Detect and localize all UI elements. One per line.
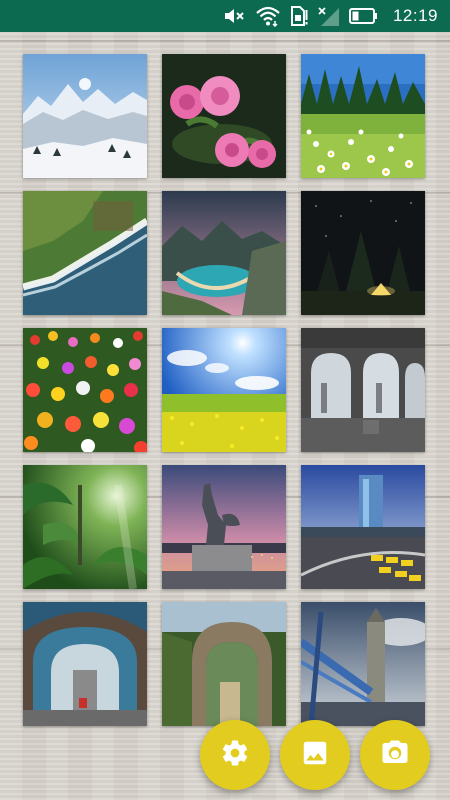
photo-tile-snowy-mountains[interactable] — [23, 54, 147, 178]
mute-icon — [223, 6, 247, 26]
photo-tile-mountain-bay[interactable] — [162, 191, 286, 315]
photo-tile-city-tower[interactable] — [301, 465, 425, 589]
photo-tile-coastal-cliffs[interactable] — [23, 191, 147, 315]
status-icons: 12:19 — [215, 0, 438, 32]
battery-icon — [348, 7, 379, 25]
signal-off-icon — [317, 4, 341, 28]
gear-icon — [220, 738, 250, 772]
wifi-icon — [255, 5, 281, 27]
status-bar: 12:19 — [0, 0, 450, 32]
settings-button[interactable] — [200, 720, 270, 790]
image-icon — [300, 738, 330, 772]
camera-button[interactable] — [360, 720, 430, 790]
photo-tile-pink-roses[interactable] — [162, 54, 286, 178]
gallery-button[interactable] — [280, 720, 350, 790]
photo-tile-daisy-meadow[interactable] — [301, 54, 425, 178]
photo-tile-bridge-interior[interactable] — [23, 602, 147, 726]
photo-tile-statue-sunset[interactable] — [162, 465, 286, 589]
sim-alert-icon — [289, 5, 309, 27]
status-time: 12:19 — [392, 6, 438, 25]
photo-tile-jungle[interactable] — [23, 465, 147, 589]
photo-tile-arched-hall[interactable] — [301, 328, 425, 452]
photo-tile-stone-arch[interactable] — [162, 602, 286, 726]
camera-icon — [380, 738, 410, 772]
photo-grid — [23, 54, 427, 726]
photo-tile-night-tent[interactable] — [301, 191, 425, 315]
photo-tile-tower-bridge[interactable] — [301, 602, 425, 726]
photo-tile-flower-field[interactable] — [23, 328, 147, 452]
photo-tile-sunny-meadow[interactable] — [162, 328, 286, 452]
